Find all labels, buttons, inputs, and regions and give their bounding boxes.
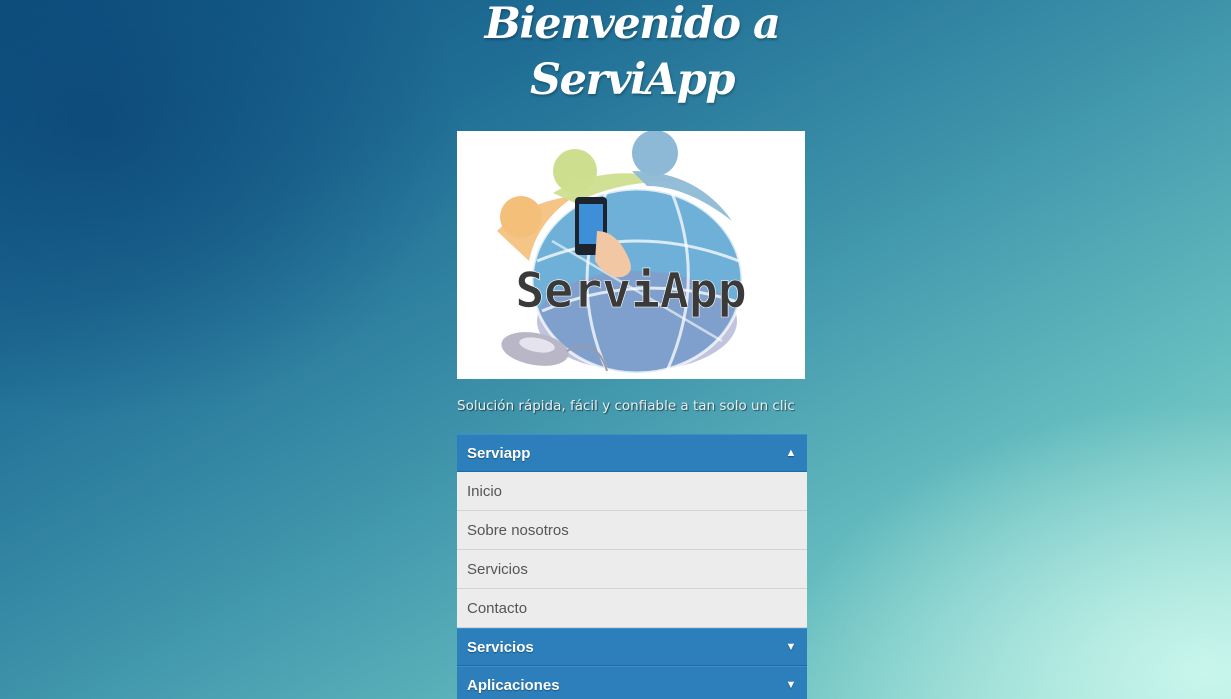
- menu-section-serviapp[interactable]: Serviapp ▲: [457, 434, 807, 472]
- logo-person-blue-icon: [632, 131, 678, 176]
- menu-item-inicio[interactable]: Inicio: [457, 472, 807, 511]
- serviapp-logo: ServiApp: [457, 131, 805, 379]
- menu-section-label: Servicios: [467, 638, 534, 656]
- menu-section-aplicaciones[interactable]: Aplicaciones ▼: [457, 666, 807, 699]
- menu-section-servicios[interactable]: Servicios ▼: [457, 628, 807, 666]
- menu-item-label: Contacto: [467, 599, 528, 617]
- accordion-menu: Serviapp ▲ Inicio Sobre nosotros Servici…: [457, 434, 807, 699]
- menu-item-label: Sobre nosotros: [467, 521, 569, 539]
- caret-down-icon: ▼: [785, 641, 797, 653]
- title-line-1: Bienvenido a: [484, 0, 781, 49]
- menu-item-label: Servicios: [467, 560, 528, 578]
- caret-down-icon: ▼: [785, 679, 797, 691]
- menu-item-servicios[interactable]: Servicios: [457, 550, 807, 589]
- tagline: Solución rápida, fácil y confiable a tan…: [457, 398, 795, 414]
- menu-item-label: Inicio: [467, 482, 503, 500]
- menu-item-sobre-nosotros[interactable]: Sobre nosotros: [457, 511, 807, 550]
- menu-item-contacto[interactable]: Contacto: [457, 589, 807, 628]
- title-line-2: ServiApp: [530, 55, 735, 105]
- logo-text: ServiApp: [515, 263, 746, 319]
- logo-image: ServiApp: [497, 131, 747, 375]
- page-title: Bienvenido a ServiApp: [457, 0, 807, 108]
- caret-up-icon: ▲: [785, 447, 797, 459]
- menu-section-label: Serviapp: [467, 444, 531, 462]
- menu-section-label: Aplicaciones: [467, 676, 560, 694]
